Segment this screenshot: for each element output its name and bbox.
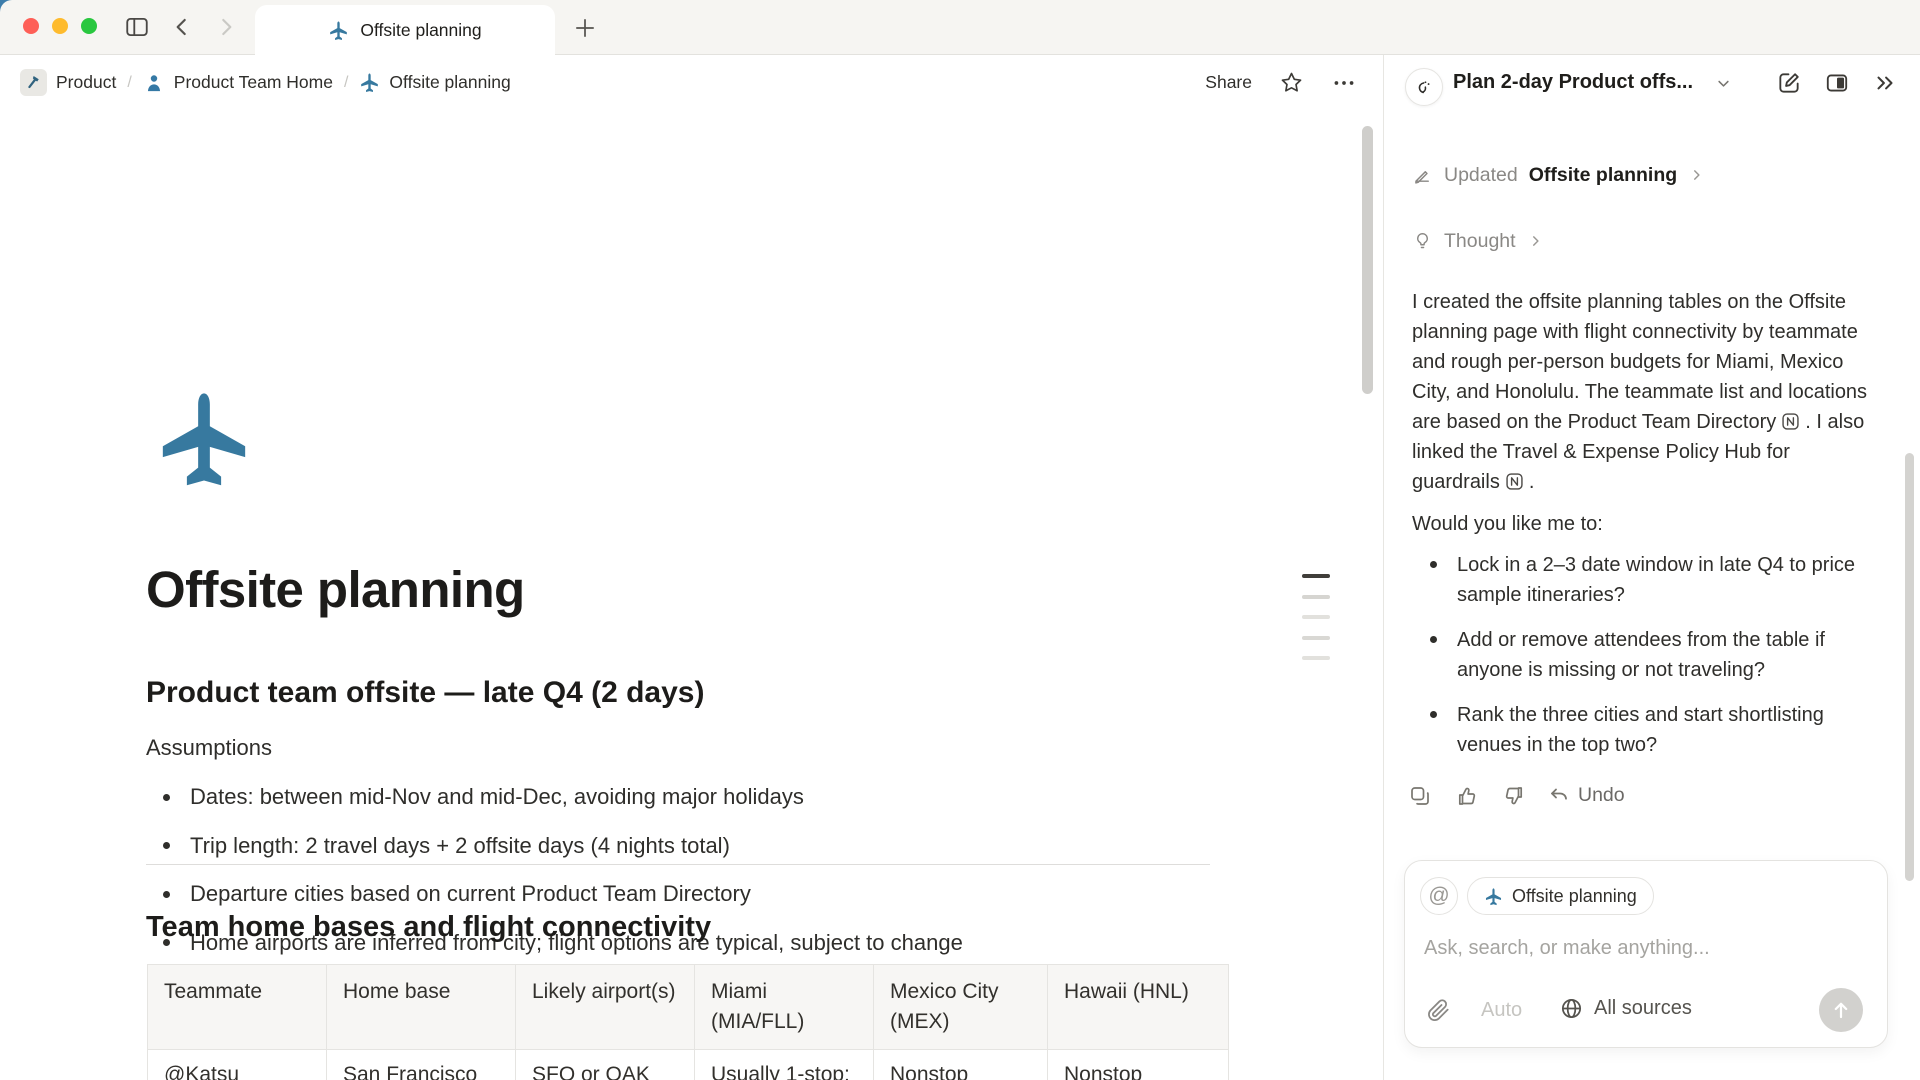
notion-page-icon[interactable] (1780, 411, 1801, 432)
ai-prompt-input[interactable] (1424, 937, 1854, 960)
table-cell[interactable]: SFO or OAK (516, 1050, 695, 1080)
ai-sidebar-header: Plan 2-day Product offs... (1384, 55, 1920, 110)
breadcrumb: Product / Product Team Home / Offsite (20, 55, 511, 110)
section-heading[interactable]: Product team offsite — late Q4 (2 days) (146, 676, 704, 710)
suggestion-item[interactable]: Add or remove attendees from the table i… (1412, 625, 1867, 685)
forward-icon[interactable] (212, 13, 240, 41)
column-header[interactable]: Hawaii (HNL) (1048, 965, 1229, 1050)
mention-button[interactable]: @ (1420, 877, 1458, 915)
updated-page-name: Offsite planning (1529, 164, 1677, 187)
chevron-right-icon (1688, 166, 1706, 184)
person-icon (143, 72, 165, 94)
send-button[interactable] (1819, 988, 1863, 1032)
lightbulb-icon (1412, 231, 1433, 252)
mode-selector[interactable]: Auto (1481, 999, 1522, 1022)
thought-row[interactable]: Thought (1398, 221, 1559, 261)
new-chat-icon[interactable] (1775, 69, 1802, 96)
connectivity-table: Teammate Home base Likely airport(s) Mia… (147, 964, 1229, 1080)
column-header[interactable]: Miami (MIA/FLL) (695, 965, 874, 1050)
list-item[interactable]: Trip length: 2 travel days + 2 offsite d… (146, 822, 1226, 871)
notion-page-icon[interactable] (1504, 471, 1525, 492)
ai-composer[interactable]: @ Offsite planning (1404, 860, 1888, 1048)
table-cell[interactable]: @Katsu (148, 1050, 327, 1080)
attachment-paperclip-icon[interactable] (1424, 996, 1452, 1024)
thumbs-up-icon[interactable] (1453, 782, 1480, 809)
context-chip[interactable]: Offsite planning (1467, 877, 1654, 915)
table-of-contents-indicator[interactable] (1302, 574, 1330, 677)
notion-window: Offsite planning Product / (0, 0, 1920, 1080)
zoom-window-button[interactable] (81, 18, 97, 34)
breadcrumb-team-home[interactable]: Product Team Home (143, 72, 333, 94)
favorite-star-icon[interactable] (1279, 70, 1304, 95)
list-item[interactable]: Dates: between mid-Nov and mid-Dec, avoi… (146, 773, 1226, 822)
arrow-up-icon (1829, 998, 1853, 1022)
table-header-row: Teammate Home base Likely airport(s) Mia… (148, 965, 1229, 1050)
tab-strip: Offsite planning (0, 0, 1920, 55)
close-window-button[interactable] (23, 18, 39, 34)
traffic-lights (23, 18, 97, 34)
at-icon: @ (1428, 884, 1449, 908)
hammer-icon (20, 69, 47, 96)
table-cell[interactable]: Nonstop (1048, 1050, 1229, 1080)
undo-arrow-icon (1547, 784, 1571, 808)
column-header[interactable]: Home base (327, 965, 516, 1050)
edit-pencil-icon (1412, 165, 1433, 186)
suggestion-item[interactable]: Rank the three cities and start shortlis… (1412, 700, 1867, 760)
breadcrumb-current-page[interactable]: Offsite planning (359, 72, 510, 93)
assistant-message: I created the offsite planning tables on… (1412, 287, 1880, 497)
column-header[interactable]: Likely airport(s) (516, 965, 695, 1050)
thought-label: Thought (1444, 230, 1516, 253)
table-row: @Katsu San Francisco SFO or OAK Usually … (148, 1050, 1229, 1080)
airplane-icon (328, 20, 349, 41)
breadcrumb-workspace[interactable]: Product (20, 69, 116, 96)
thumbs-down-icon[interactable] (1500, 782, 1527, 809)
chevron-right-icon (1527, 232, 1545, 250)
chevron-down-icon[interactable] (1714, 74, 1733, 93)
suggestion-list: Lock in a 2–3 date window in late Q4 to … (1412, 550, 1867, 775)
panel-divider (1383, 55, 1384, 1080)
breadcrumb-separator: / (344, 74, 348, 92)
column-header[interactable]: Mexico City (MEX) (874, 965, 1048, 1050)
more-options-icon[interactable] (1331, 70, 1357, 96)
ai-face-icon (1405, 68, 1443, 106)
divider (146, 864, 1210, 865)
sidebar-panel-icon[interactable] (1823, 69, 1850, 96)
toggle-sidebar-icon[interactable] (123, 13, 151, 41)
page-icon-airplane[interactable] (152, 386, 256, 490)
minimize-window-button[interactable] (52, 18, 68, 34)
airplane-icon (359, 72, 380, 93)
page-title[interactable]: Offsite planning (146, 560, 525, 619)
table-cell[interactable]: Usually 1-stop; (695, 1050, 874, 1080)
active-tab[interactable]: Offsite planning (255, 5, 555, 55)
assumptions-label[interactable]: Assumptions (146, 735, 272, 761)
assistant-prompt: Would you like me to: (1412, 513, 1603, 536)
document-scrollbar[interactable] (1362, 126, 1373, 394)
collapse-double-chevron-icon[interactable] (1871, 69, 1898, 96)
table-cell[interactable]: Nonstop (874, 1050, 1048, 1080)
message-actions: Undo (1406, 782, 1625, 809)
ai-sidebar: Plan 2-day Product offs... (1384, 55, 1920, 1080)
new-tab-button[interactable] (571, 14, 598, 41)
sidebar-scrollbar[interactable] (1905, 453, 1914, 881)
sources-selector[interactable]: All sources (1559, 996, 1692, 1021)
undo-button[interactable]: Undo (1547, 784, 1625, 808)
breadcrumb-separator: / (127, 74, 131, 92)
updated-label: Updated (1444, 164, 1518, 187)
chat-title[interactable]: Plan 2-day Product offs... (1453, 71, 1693, 94)
back-icon[interactable] (168, 13, 196, 41)
tab-title: Offsite planning (360, 20, 481, 41)
page-topbar: Product / Product Team Home / Offsite (0, 55, 1383, 110)
table-cell[interactable]: San Francisco (327, 1050, 516, 1080)
document-canvas: Offsite planning Product team offsite — … (0, 110, 1383, 1080)
airplane-icon (1484, 887, 1503, 906)
column-header[interactable]: Teammate (148, 965, 327, 1050)
copy-icon[interactable] (1406, 782, 1433, 809)
context-chip-label: Offsite planning (1512, 886, 1637, 907)
table-heading[interactable]: Team home bases and flight connectivity (146, 911, 711, 944)
share-button[interactable]: Share (1205, 72, 1252, 93)
updated-page-row[interactable]: Updated Offsite planning (1398, 155, 1720, 195)
suggestion-item[interactable]: Lock in a 2–3 date window in late Q4 to … (1412, 550, 1867, 610)
globe-icon (1559, 996, 1584, 1021)
